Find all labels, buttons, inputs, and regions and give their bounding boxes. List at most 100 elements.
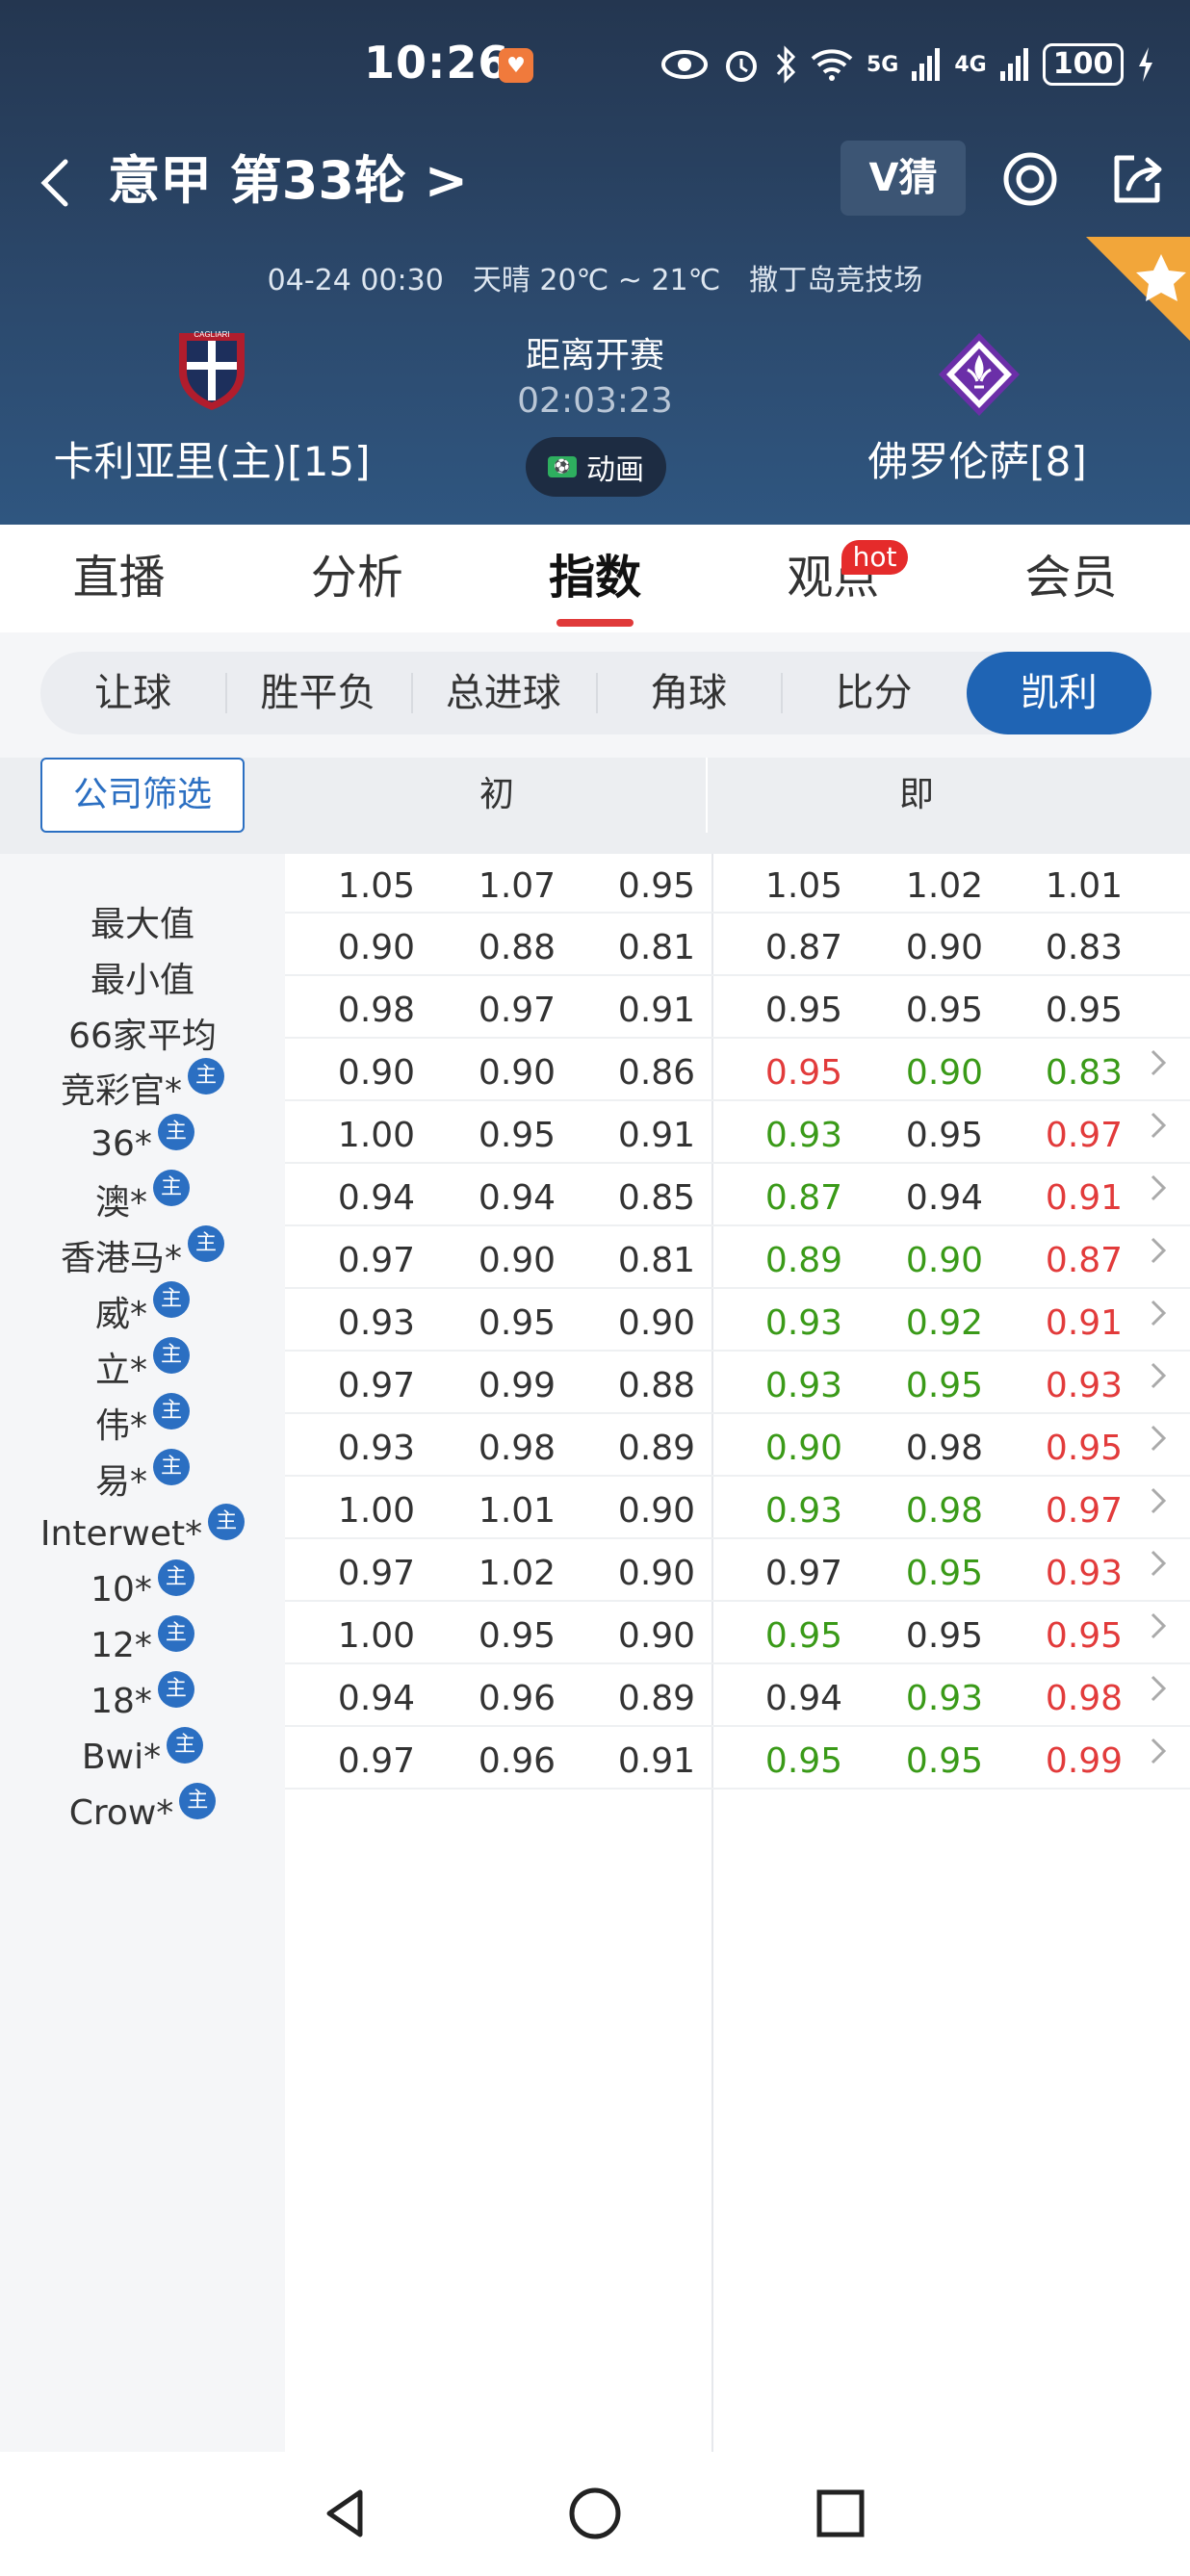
current-odds-cell: 0.95	[905, 1615, 984, 1656]
tab-member[interactable]: 会员	[952, 525, 1190, 632]
chevron-right-icon[interactable]	[1144, 1106, 1173, 1145]
chevron-right-icon[interactable]	[1144, 1544, 1173, 1583]
table-row[interactable]: 0.97 0.90 0.81 0.89 0.90 0.87	[285, 1226, 1190, 1289]
company-name-row[interactable]: 最小值	[0, 948, 285, 1006]
chevron-right-icon[interactable]	[1144, 1169, 1173, 1207]
initial-odds-cell: 0.95	[478, 1115, 556, 1155]
nav-home-icon[interactable]	[566, 2485, 624, 2542]
initial-odds-cell: 0.98	[337, 990, 416, 1030]
share-icon[interactable]	[1107, 150, 1165, 208]
company-name-row[interactable]: 10* 主	[0, 1559, 285, 1618]
animation-button[interactable]: ⚽ 动画	[526, 437, 666, 497]
company-name-row[interactable]: 竞彩官* 主	[0, 1058, 285, 1117]
current-odds-cell: 0.95	[1045, 1615, 1124, 1656]
company-name-row[interactable]: Interwet* 主	[0, 1504, 285, 1562]
initial-odds-cell: 0.93	[337, 1302, 416, 1343]
tab-index[interactable]: 指数	[476, 525, 713, 632]
table-row[interactable]: 0.93 0.95 0.90 0.93 0.92 0.91	[285, 1289, 1190, 1352]
company-name: 12*	[91, 1625, 152, 1665]
league-round-title[interactable]: 意甲 第33轮 >	[108, 142, 468, 219]
initial-odds-cell: 0.90	[617, 1615, 696, 1656]
current-odds-cell: 0.95	[764, 1052, 843, 1093]
subtab-1x2[interactable]: 胜平负	[225, 652, 410, 734]
table-row[interactable]: 0.94 0.94 0.85 0.87 0.94 0.91	[285, 1164, 1190, 1226]
subtab-score[interactable]: 比分	[781, 652, 966, 734]
initial-odds-cell: 0.93	[337, 1428, 416, 1468]
table-row[interactable]: 0.97 0.99 0.88 0.93 0.95 0.93	[285, 1352, 1190, 1414]
chevron-right-icon[interactable]	[1144, 1231, 1173, 1270]
chevron-right-icon[interactable]	[1144, 1732, 1173, 1770]
back-arrow-icon[interactable]	[29, 154, 87, 212]
current-odds-cell: 0.87	[764, 1177, 843, 1218]
tab-analysis[interactable]: 分析	[238, 525, 476, 632]
table-row[interactable]: 0.94 0.96 0.89 0.94 0.93 0.98	[285, 1664, 1190, 1727]
home-badge-icon: 主	[157, 1671, 194, 1708]
nav-back-icon[interactable]	[318, 2485, 375, 2542]
current-odds-cell: 0.90	[905, 927, 984, 967]
company-name-row[interactable]: 伟* 主	[0, 1393, 285, 1452]
company-name-row[interactable]: 12* 主	[0, 1615, 285, 1674]
v-guess-button[interactable]: V猜	[841, 141, 966, 216]
company-name-row[interactable]: 最大值	[0, 892, 285, 950]
table-row: 0.98 0.97 0.91 0.95 0.95 0.95	[285, 976, 1190, 1039]
chevron-right-icon[interactable]	[1144, 1607, 1173, 1645]
initial-odds-cell: 0.95	[617, 866, 696, 906]
company-names-column: 最大值 最小值 66家平均 竞彩官* 主 36* 主澳* 主香港马* 主威* 主立* 主伟* 主易* 主…	[0, 854, 285, 2452]
tab-views[interactable]: 观点 hot	[714, 525, 952, 632]
home-badge-icon: 主	[188, 1225, 224, 1262]
initial-column-header: 初	[479, 775, 514, 814]
company-name-row[interactable]: 18* 主	[0, 1671, 285, 1730]
eye-icon	[661, 50, 708, 79]
tab-live[interactable]: 直播	[0, 525, 238, 632]
table-row[interactable]: 0.90 0.90 0.86 0.95 0.90 0.83	[285, 1039, 1190, 1101]
chevron-right-icon[interactable]	[1144, 1419, 1173, 1457]
network-4g-label: 4G	[954, 52, 987, 77]
subtab-kelly[interactable]: 凯利	[966, 652, 1151, 734]
subtab-total-goals[interactable]: 总进球	[410, 652, 596, 734]
chevron-right-icon[interactable]	[1144, 1481, 1173, 1520]
initial-odds-cell: 0.90	[337, 927, 416, 967]
target-icon[interactable]	[1001, 150, 1059, 208]
initial-odds-cell: 0.86	[617, 1052, 696, 1093]
initial-odds-cell: 0.81	[617, 927, 696, 967]
home-team-name[interactable]: 卡利亚里(主)[15]	[10, 429, 414, 488]
chevron-right-icon[interactable]	[1144, 1669, 1173, 1708]
home-badge-icon: 主	[167, 1727, 204, 1764]
company-name-row[interactable]: 威* 主	[0, 1281, 285, 1340]
chevron-right-icon[interactable]	[1144, 1043, 1173, 1082]
company-name-row[interactable]: 易* 主	[0, 1449, 285, 1507]
table-row[interactable]: 0.97 1.02 0.90 0.97 0.95 0.93	[285, 1539, 1190, 1602]
company-name: 澳*	[94, 1183, 147, 1223]
initial-odds-cell: 0.97	[337, 1740, 416, 1781]
current-odds-cell: 0.95	[764, 1615, 843, 1656]
away-team-logo[interactable]	[936, 331, 1020, 418]
nav-recents-icon[interactable]	[812, 2485, 869, 2542]
company-name-row[interactable]: 香港马* 主	[0, 1225, 285, 1284]
table-row[interactable]: 0.97 0.96 0.91 0.95 0.95 0.99	[285, 1727, 1190, 1790]
initial-odds-cell: 0.97	[478, 990, 556, 1030]
company-name-row[interactable]: Crow* 主	[0, 1783, 285, 1842]
company-name: 伟*	[94, 1406, 147, 1446]
company-name-row[interactable]: 66家平均	[0, 1004, 285, 1062]
company-name-row[interactable]: 澳* 主	[0, 1170, 285, 1228]
table-row[interactable]: 1.00 0.95 0.91 0.93 0.95 0.97	[285, 1101, 1190, 1164]
hot-badge: hot	[841, 540, 909, 575]
chevron-right-icon[interactable]	[1144, 1356, 1173, 1395]
company-name-row[interactable]: 36* 主	[0, 1114, 285, 1172]
away-team-name[interactable]: 佛罗伦萨[8]	[775, 429, 1179, 488]
chevron-right-icon[interactable]	[1144, 1294, 1173, 1332]
odds-grid: 1.05 1.07 0.95 1.05 1.02 1.01 0.90 0.88 0.81 0.87…	[285, 854, 1190, 2452]
subtab-corners[interactable]: 角球	[595, 652, 781, 734]
table-row: 0.90 0.88 0.81 0.87 0.90 0.83	[285, 914, 1190, 976]
subtab-handicap[interactable]: 让球	[40, 652, 225, 734]
initial-odds-cell: 0.97	[337, 1553, 416, 1593]
table-row[interactable]: 1.00 0.95 0.90 0.95 0.95 0.95	[285, 1602, 1190, 1664]
table-row[interactable]: 1.00 1.01 0.90 0.93 0.98 0.97	[285, 1477, 1190, 1539]
company-filter-button[interactable]: 公司筛选	[40, 758, 245, 833]
company-name-row[interactable]: Bwi* 主	[0, 1727, 285, 1786]
home-team-logo[interactable]: CAGLIARI	[173, 325, 250, 412]
company-name-row[interactable]: 立* 主	[0, 1337, 285, 1396]
company-name: Interwet*	[39, 1513, 203, 1554]
table-row[interactable]: 0.93 0.98 0.89 0.90 0.98 0.95	[285, 1414, 1190, 1477]
company-name: 易*	[94, 1462, 147, 1502]
